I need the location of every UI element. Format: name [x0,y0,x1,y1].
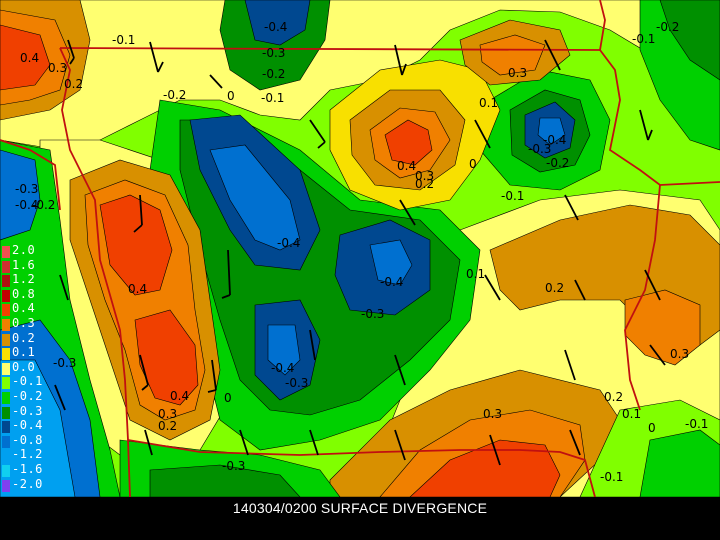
legend-entry: 1.6 [0,257,52,273]
contour-label: 0.2 [158,419,177,433]
legend-swatch [2,377,10,390]
legend-entry: 2.0 [0,243,52,258]
legend-label: -1.2 [12,447,43,462]
contour-label: 0.1 [622,407,641,421]
legend-label: 0.4 [12,301,36,316]
legend-swatch [2,392,10,404]
legend-swatch [2,479,10,492]
contour-label: 0.3 [483,407,502,421]
legend-entry: 0.4 [0,301,52,317]
legend-label: -0.4 [12,418,43,433]
contour-label: -0.3 [285,376,308,390]
contour-label: 0.1 [466,267,485,281]
neg-southeast-dark [639,429,720,497]
legend-label: -0.3 [12,403,43,418]
contour-label: -0.1 [261,91,284,105]
contour-label: 0.4 [170,389,189,403]
legend-entry: -0.8 [0,432,52,448]
contour-label: -0.1 [685,417,708,431]
contour-label: -0.3 [15,182,38,196]
contour-label: 0.4 [20,51,39,65]
legend-label: -0.8 [12,432,43,447]
contour-label: -0.2 [262,67,285,81]
legend-entry: 0.2 [0,330,52,346]
legend-label: 0.2 [12,330,36,345]
legend-label: -0.2 [12,389,43,403]
contour-label: 0 [224,391,232,405]
contour-label: -0.3 [53,356,76,370]
contour-label: 0.2 [545,281,564,295]
contour-label: -0.4 [271,361,294,375]
divergence-map: -0.4-0.3-0.2-0.1-0.10.40.30.2-0.2 00.30.1… [0,0,720,497]
legend-swatch [2,289,10,302]
legend-swatch [2,275,10,288]
legend-entry: -0.3 [0,403,52,419]
contour-label: 0.2 [415,177,434,191]
contour-label: -0.1 [112,33,135,47]
legend-label: 0.1 [12,345,36,360]
legend-swatch [2,435,10,448]
legend-entry: 0.3 [0,316,52,331]
legend-swatch [2,421,10,434]
legend-label: -2.0 [12,476,43,491]
contour-label: 0 [227,89,235,103]
contour-label: -0.2 [32,198,55,212]
legend-entry: -0.1 [0,374,52,390]
legend-entry: 0.8 [0,286,52,302]
legend-label: 2.0 [12,243,36,257]
legend-label: 1.2 [12,272,36,287]
legend-entry: -0.4 [0,418,52,434]
legend-swatch [2,260,10,273]
legend-entry: -1.2 [0,447,52,463]
contour-label: 0.2 [64,77,83,91]
map-viewer: -0.4 -0.3 -0.2 -0.1 -0.1 0.4 0.3 0.2 -0.2 0 0.3 0.1… [0,0,720,540]
legend-swatch [2,333,10,346]
contour-label: -0.4 [264,20,287,34]
contour-label: -0.1 [632,32,655,46]
contour-label: -0.2 [546,156,569,170]
legend-swatch [2,319,10,331]
legend-entry: 0.1 [0,345,52,361]
contour-label: -0.2 [656,20,679,34]
contour-label: -0.2 [163,88,186,102]
contour-label: 0 [648,421,656,435]
contour-label: -0.4 [380,275,403,289]
color-legend: 2.0 1.6 1.2 0.8 0.4 0.3 0.2 0.1 0.0 -0.1 -0.2 -0.3-… [0,243,52,513]
contour-label: -0.1 [501,189,524,203]
legend-swatch [2,348,10,361]
contour-label: -0.1 [600,470,623,484]
legend-entry: 1.2 [0,272,52,288]
legend-entry: 0.0 [0,359,52,375]
contour-label: -0.3 [361,307,384,321]
contour-label: 0.1 [479,96,498,110]
legend-label: 0.3 [12,316,36,330]
contour-label: -0.3 [262,46,285,60]
legend-label: -1.6 [12,462,43,476]
legend-swatch [2,465,10,477]
legend-label: 1.6 [12,257,36,272]
legend-swatch [2,450,10,463]
contour-label: 0.3 [48,61,67,75]
contour-label: -0.3 [528,142,551,156]
contour-label: 0.4 [397,159,416,173]
map-caption: 140304/0200 SURFACE DIVERGENCE [232,500,488,516]
legend-swatch [2,304,10,317]
legend-entry: -1.6 [0,462,52,477]
contour-label: 0 [469,157,477,171]
legend-swatch [2,362,10,375]
contour-label: 0.4 [128,282,147,296]
legend-label: -0.1 [12,374,43,389]
legend-swatch [2,406,10,419]
contour-label: 0.2 [604,390,623,404]
contour-label: 0.3 [670,347,689,361]
legend-label: 0.0 [12,359,36,374]
legend-entry: -2.0 [0,476,52,492]
legend-entry: -0.2 [0,389,52,404]
legend-swatch [2,246,10,258]
contour-label: -0.3 [222,459,245,473]
contour-label: -0.4 [277,236,300,250]
contour-label: 0.3 [508,66,527,80]
legend-label: 0.8 [12,286,36,301]
